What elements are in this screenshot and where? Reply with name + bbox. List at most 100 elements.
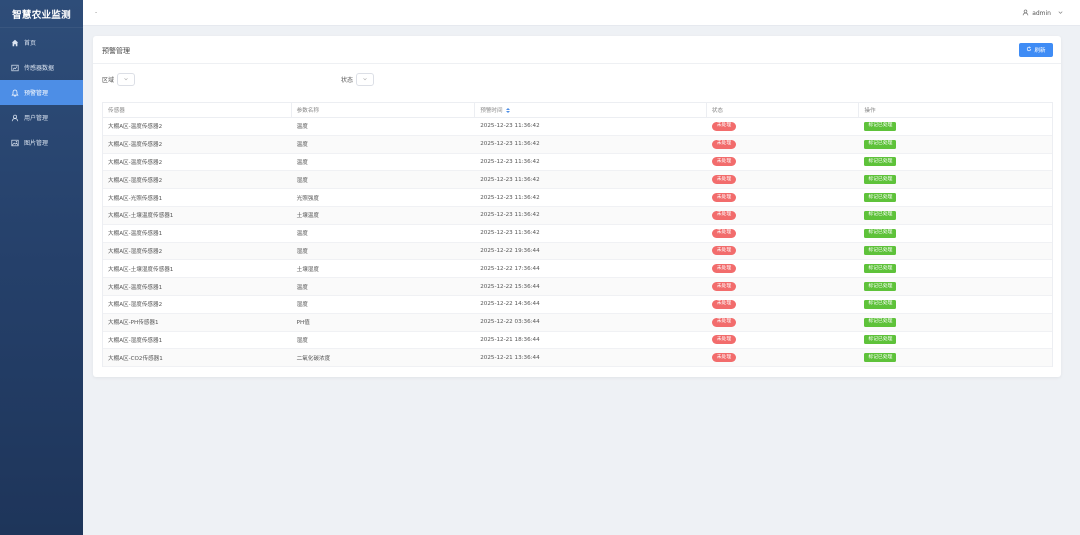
action-cell: 标记已处理 xyxy=(859,154,1052,171)
sensor-cell: 大棚A区-湿度传感器2 xyxy=(108,248,163,255)
chevron-down-icon xyxy=(123,76,129,84)
divider xyxy=(93,63,1061,64)
table-row: 大棚A区-湿度传感器2 湿度 2025-12-22 19:36:44 未处理 标记已处理 xyxy=(103,242,1052,261)
time-cell: 2025-12-23 11:36:42 xyxy=(480,212,540,219)
time-cell: 2025-12-21 18:36:44 xyxy=(480,336,540,343)
param-cell: 温度 xyxy=(296,142,308,149)
table-body: 大棚A区-温度传感器2 温度 2025-12-23 11:36:42 未处理 标记已处理… xyxy=(103,118,1052,368)
status-cell: 未处理 xyxy=(707,278,860,295)
mark-handled-button[interactable]: 标记已处理 xyxy=(864,264,897,274)
sidebar-item-users[interactable]: 用户管理 xyxy=(0,105,83,130)
page-title: 预警管理 xyxy=(102,47,130,55)
sensor-cell: 大棚A区-温度传感器2 xyxy=(108,124,163,131)
refresh-button[interactable]: 刷新 xyxy=(1019,43,1053,57)
mark-handled-button[interactable]: 标记已处理 xyxy=(864,139,897,149)
chevron-down-icon xyxy=(1057,9,1064,18)
mark-handled-button[interactable]: 标记已处理 xyxy=(864,175,897,185)
action-cell: 标记已处理 xyxy=(859,136,1052,153)
area-filter-label: 区域 xyxy=(102,77,115,84)
status-filter-label: 状态 xyxy=(341,77,354,84)
param-cell: 光照强度 xyxy=(296,195,319,202)
sensor-cell: 大棚A区-湿度传感器1 xyxy=(108,337,163,344)
refresh-icon xyxy=(1026,46,1034,54)
param-cell: 二氧化碳浓度 xyxy=(296,355,331,362)
param-cell: 温度 xyxy=(296,159,308,166)
mark-handled-button[interactable]: 标记已处理 xyxy=(864,210,897,220)
breadcrumb: - xyxy=(95,9,98,16)
param-cell: 湿度 xyxy=(296,302,308,309)
user-menu[interactable]: admin xyxy=(1022,9,1064,18)
sensor-cell: 大棚A区-温度传感器2 xyxy=(108,142,163,149)
table-row: 大棚A区-湿度传感器2 湿度 2025-12-22 14:36:44 未处理 标记已处理 xyxy=(103,296,1052,314)
status-cell: 未处理 xyxy=(707,296,860,313)
status-badge: 未处理 xyxy=(711,193,737,203)
sensor-cell: 大棚A区-光照传感器1 xyxy=(108,195,163,202)
mark-handled-button[interactable]: 标记已处理 xyxy=(864,157,897,167)
table-row: 大棚A区-温度传感器1 温度 2025-12-22 15:36:44 未处理 标记已处理 xyxy=(103,278,1052,296)
column-header-sensor: 传感器 xyxy=(103,103,292,117)
status-cell: 未处理 xyxy=(707,225,860,242)
status-cell: 未处理 xyxy=(707,314,860,331)
status-badge: 未处理 xyxy=(711,282,737,292)
sidebar-item-label: 预警管理 xyxy=(24,90,49,97)
mark-handled-button[interactable]: 标记已处理 xyxy=(864,228,897,238)
action-cell: 标记已处理 xyxy=(859,225,1052,242)
time-cell: 2025-12-22 19:36:44 xyxy=(480,247,540,254)
status-cell: 未处理 xyxy=(707,260,860,277)
time-cell: 2025-12-23 11:36:42 xyxy=(480,176,540,183)
action-cell: 标记已处理 xyxy=(859,278,1052,295)
sidebar-item-label: 用户管理 xyxy=(24,115,49,122)
sensor-cell: 大棚A区-温度传感器1 xyxy=(108,284,163,291)
mark-handled-button[interactable]: 标记已处理 xyxy=(864,317,897,327)
sort-icon[interactable] xyxy=(505,107,510,113)
image-icon xyxy=(10,138,19,147)
status-cell: 未处理 xyxy=(707,243,860,260)
action-cell: 标记已处理 xyxy=(859,349,1052,366)
mark-handled-button[interactable]: 标记已处理 xyxy=(864,282,897,292)
action-cell: 标记已处理 xyxy=(859,171,1052,188)
area-filter: 区域 xyxy=(102,73,136,86)
status-badge: 未处理 xyxy=(711,317,737,327)
area-select[interactable] xyxy=(117,73,136,86)
status-badge: 未处理 xyxy=(711,353,737,363)
action-cell: 标记已处理 xyxy=(859,243,1052,260)
mark-handled-button[interactable]: 标记已处理 xyxy=(864,121,897,131)
status-cell: 未处理 xyxy=(707,207,860,224)
action-cell: 标记已处理 xyxy=(859,314,1052,331)
status-badge: 未处理 xyxy=(711,335,737,345)
action-cell: 标记已处理 xyxy=(859,189,1052,206)
sidebar-item-alerts[interactable]: 预警管理 xyxy=(0,80,83,105)
table-row: 大棚A区-光照传感器1 光照强度 2025-12-23 11:36:42 未处理 标记已… xyxy=(103,189,1052,207)
param-cell: 湿度 xyxy=(296,337,308,344)
sensor-cell: 大棚A区-温度传感器2 xyxy=(108,159,163,166)
time-cell: 2025-12-22 17:36:44 xyxy=(480,265,540,272)
status-select[interactable] xyxy=(356,73,375,86)
param-cell: 土壤温度 xyxy=(296,213,319,220)
mark-handled-button[interactable]: 标记已处理 xyxy=(864,335,897,345)
sidebar-menu: 首页 传感器数据 预警管理 用户管理 图片管理 xyxy=(0,30,83,155)
chevron-down-icon xyxy=(362,76,368,84)
mark-handled-button[interactable]: 标记已处理 xyxy=(864,353,897,363)
home-icon xyxy=(10,38,19,47)
sensor-cell: 大棚A区-PH传感器1 xyxy=(108,320,159,327)
username: admin xyxy=(1032,10,1051,17)
column-header-time[interactable]: 预警时间 xyxy=(475,103,707,117)
sensor-cell: 大棚A区-湿度传感器2 xyxy=(108,302,163,309)
mark-handled-button[interactable]: 标记已处理 xyxy=(864,299,897,309)
mark-handled-button[interactable]: 标记已处理 xyxy=(864,193,897,203)
sidebar-item-home[interactable]: 首页 xyxy=(0,30,83,55)
sidebar-item-label: 首页 xyxy=(24,40,37,47)
sidebar-item-images[interactable]: 图片管理 xyxy=(0,130,83,155)
time-cell: 2025-12-23 11:36:42 xyxy=(480,158,540,165)
sidebar-item-sensor-data[interactable]: 传感器数据 xyxy=(0,55,83,80)
time-cell: 2025-12-23 11:36:42 xyxy=(480,194,540,201)
mark-handled-button[interactable]: 标记已处理 xyxy=(864,246,897,256)
status-cell: 未处理 xyxy=(707,332,860,349)
action-cell: 标记已处理 xyxy=(859,260,1052,277)
action-cell: 标记已处理 xyxy=(859,207,1052,224)
sensor-cell: 大棚A区-温度传感器1 xyxy=(108,231,163,238)
time-cell: 2025-12-23 11:36:42 xyxy=(480,141,540,148)
table-row: 大棚A区-温度传感器2 温度 2025-12-23 11:36:42 未处理 标记已处理 xyxy=(103,118,1052,136)
user-icon xyxy=(10,113,19,122)
param-cell: 湿度 xyxy=(296,177,308,184)
